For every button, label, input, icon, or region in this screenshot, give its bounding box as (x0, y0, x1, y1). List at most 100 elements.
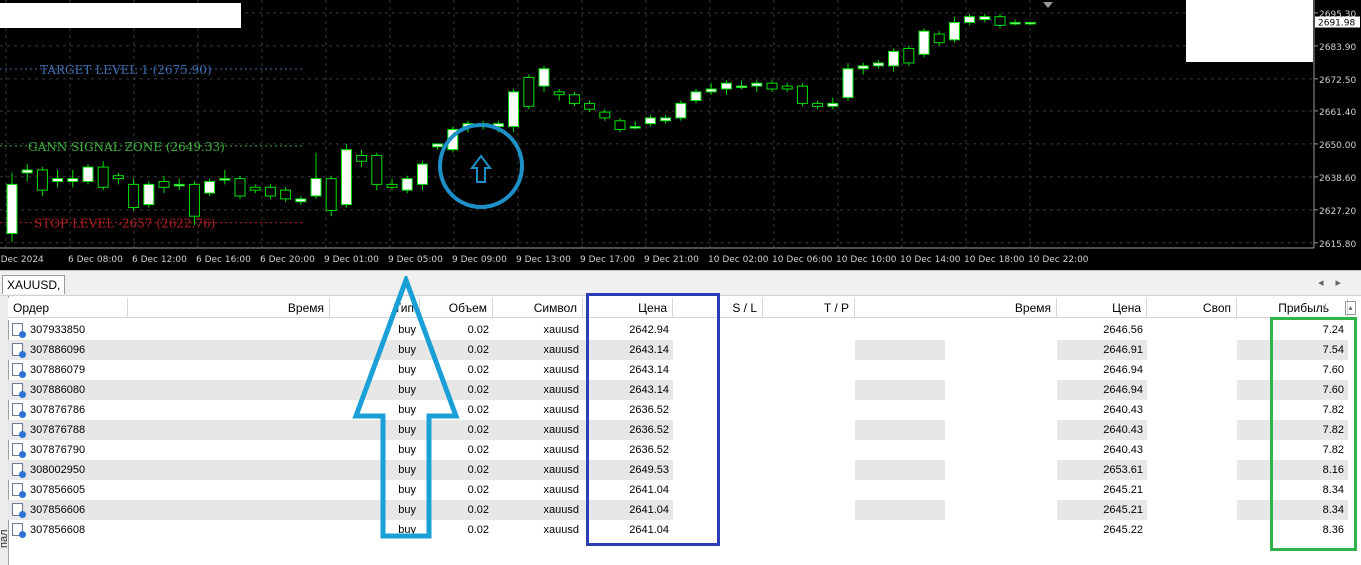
cell-open-time (128, 500, 330, 520)
candle-body (933, 33, 945, 44)
redacted-box-right (1186, 0, 1313, 62)
header-swap[interactable]: Своп (1147, 298, 1237, 318)
cell-close-time (855, 400, 945, 420)
terminal-side-strip (0, 296, 8, 565)
candle-body (964, 16, 976, 23)
cell-close-time (855, 380, 945, 400)
header-open-time[interactable]: Время (128, 298, 330, 318)
cell-symbol: xauusd (493, 520, 583, 540)
candle-body (21, 169, 33, 174)
up-arrow-annotation (352, 276, 460, 539)
candle-body (675, 102, 687, 119)
candle-body (340, 149, 352, 206)
stop-level-label: STOP LEVEL -2657 (2622.76) (34, 217, 215, 231)
candle-body (660, 117, 672, 122)
header-close-time[interactable]: Время (855, 298, 1057, 318)
cell-close-price: 2646.94 (1057, 360, 1147, 380)
cell-symbol-text: xauusd (543, 364, 579, 376)
cell-open-time (128, 400, 330, 420)
candle-body (1009, 21, 1021, 25)
cell-open-time (128, 340, 330, 360)
cell-volume-text: 0.02 (467, 464, 489, 476)
header-scroll-icon[interactable]: ▴ (1345, 301, 1356, 315)
cell-order-text: 307856606 (30, 504, 86, 516)
cell-order: 307886080 (8, 380, 128, 400)
cell-volume-text: 0.02 (467, 344, 489, 356)
tab-scroll-arrows[interactable]: ◂▸ (1318, 276, 1353, 289)
cell-order-text: 307886079 (30, 364, 86, 376)
cell-open-time (128, 480, 330, 500)
chart-tab-xauusd[interactable]: XAUUSD, (2, 275, 66, 294)
time-tick-label: 9 Dec 09:00 (452, 255, 507, 265)
candle-body (584, 102, 596, 110)
time-tick-label: 6 Dec 08:00 (68, 255, 123, 265)
price-tick-label: 2638.60 (1319, 174, 1356, 184)
candle-body (401, 178, 413, 191)
header-order[interactable]: Ордер (8, 298, 128, 318)
cell-symbol: xauusd (493, 480, 583, 500)
candle-body (158, 180, 170, 188)
cell-symbol-text: xauusd (543, 504, 579, 516)
candle-body (432, 143, 444, 148)
cell-symbol: xauusd (493, 440, 583, 460)
candle-body (720, 82, 732, 90)
candlestick-chart[interactable]: 2695.302683.902672.502661.402650.002638.… (0, 0, 1361, 270)
cell-symbol-text: xauusd (543, 444, 579, 456)
signal-zone-label: GANN SIGNAL ZONE (2649.33) (28, 140, 225, 154)
cell-close-price: 2640.43 (1057, 440, 1147, 460)
candle-body (143, 183, 155, 206)
time-tick-label: 9 Dec 01:00 (324, 255, 379, 265)
cell-open-time (128, 440, 330, 460)
current-price-label: 2691.98 (1318, 19, 1355, 29)
cell-order-text: 307886080 (30, 384, 86, 396)
candle-body (888, 50, 900, 67)
time-tick-label: 10 Dec 14:00 (900, 255, 961, 265)
candle-body (386, 183, 398, 188)
cell-swap (1147, 320, 1237, 340)
candle-body (751, 82, 763, 87)
time-tick-label: 9 Dec 05:00 (388, 255, 443, 265)
cell-order: 307876788 (8, 420, 128, 440)
scroll-right-icon[interactable]: ▸ (1335, 276, 1353, 289)
candle-body (872, 62, 884, 67)
cell-order-text: 308002950 (30, 464, 86, 476)
candle-body (310, 178, 322, 197)
candle-body (523, 76, 535, 107)
time-tick-label: 10 Dec 18:00 (964, 255, 1025, 265)
candle-body (249, 186, 261, 191)
header-tp[interactable]: T / P (763, 298, 855, 318)
price-chart[interactable]: 2695.30 2683.90 2672.50 2661.40 2650.00 2638.… (0, 0, 1361, 270)
small-up-arrow-icon (470, 154, 492, 183)
cell-symbol-text: xauusd (543, 524, 579, 536)
sort-indicator: / (1323, 301, 1327, 315)
profit-column-highlight (1270, 317, 1357, 551)
candle-body (690, 91, 702, 102)
cell-symbol: xauusd (493, 380, 583, 400)
cell-volume-text: 0.02 (467, 364, 489, 376)
candle-body (234, 178, 246, 197)
cell-volume-text: 0.02 (467, 444, 489, 456)
cell-tp (763, 520, 855, 540)
cell-tp (763, 500, 855, 520)
cell-tp (763, 460, 855, 480)
candle-body (948, 21, 960, 41)
cell-close-price-text: 2640.43 (1103, 404, 1143, 416)
scroll-left-icon[interactable]: ◂ (1318, 276, 1336, 289)
cell-close-price-text: 2646.94 (1103, 384, 1143, 396)
candle-body (629, 126, 641, 129)
header-symbol[interactable]: Символ (493, 298, 583, 318)
cell-symbol-text: xauusd (543, 424, 579, 436)
order-icon (12, 443, 26, 458)
header-close-price[interactable]: Цена (1057, 298, 1147, 318)
cell-close-time (855, 440, 945, 460)
candle-body (736, 85, 748, 89)
candle-body (781, 85, 793, 90)
candle-body (994, 16, 1006, 26)
cell-close-price-text: 2645.21 (1103, 504, 1143, 516)
cell-tp (763, 360, 855, 380)
order-icon (12, 483, 26, 498)
cell-tp (763, 340, 855, 360)
cell-close-time (855, 360, 945, 380)
candle-body (614, 120, 626, 130)
cell-close-price-text: 2653.61 (1103, 464, 1143, 476)
